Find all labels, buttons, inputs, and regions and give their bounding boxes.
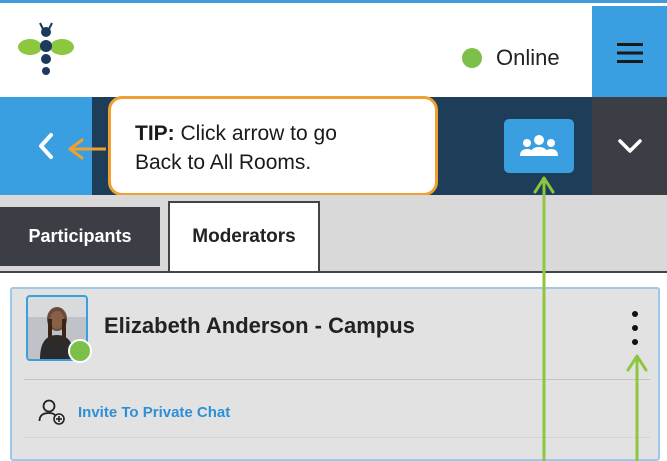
participants-button[interactable] bbox=[504, 119, 574, 173]
status-text: Online bbox=[496, 45, 560, 70]
status-dot bbox=[462, 48, 482, 68]
tabs-bar: Participants Moderators bbox=[0, 195, 667, 273]
tip-text-line1: Click arrow to go bbox=[174, 122, 337, 145]
tip-callout: TIP: Click arrow to go Back to All Rooms… bbox=[108, 96, 438, 196]
back-to-rooms-button[interactable] bbox=[0, 97, 92, 195]
invite-private-chat-link[interactable]: Invite To Private Chat bbox=[38, 399, 230, 425]
kebab-menu-icon[interactable] bbox=[630, 311, 640, 345]
tabs-spacer bbox=[0, 273, 667, 287]
divider bbox=[24, 379, 650, 380]
hamburger-menu-icon bbox=[616, 43, 643, 63]
app-frame: Online TIP: Click arrow to go Back to Al… bbox=[0, 0, 667, 461]
room-dropdown-button[interactable] bbox=[592, 97, 667, 195]
card-bottom-line bbox=[24, 437, 650, 438]
add-person-icon bbox=[38, 399, 65, 425]
bee-logo-icon bbox=[18, 22, 74, 75]
tip-label: TIP: bbox=[135, 122, 175, 145]
tip-text-line2: Back to All Rooms. bbox=[135, 151, 312, 174]
hamburger-menu-button[interactable] bbox=[592, 6, 667, 100]
online-status: Online bbox=[462, 43, 560, 73]
participant-card: Elizabeth Anderson - Campus Invite To Pr… bbox=[10, 287, 660, 461]
tab-participants[interactable]: Participants bbox=[0, 207, 160, 266]
tab-moderators[interactable]: Moderators bbox=[168, 201, 320, 271]
group-people-icon bbox=[520, 135, 558, 156]
chevron-down-icon bbox=[617, 139, 642, 153]
chevron-left-icon bbox=[39, 133, 53, 159]
invite-private-chat-label: Invite To Private Chat bbox=[78, 403, 231, 421]
top-header: Online bbox=[0, 0, 667, 100]
participant-name: Elizabeth Anderson - Campus bbox=[104, 313, 415, 338]
online-indicator bbox=[68, 339, 92, 363]
